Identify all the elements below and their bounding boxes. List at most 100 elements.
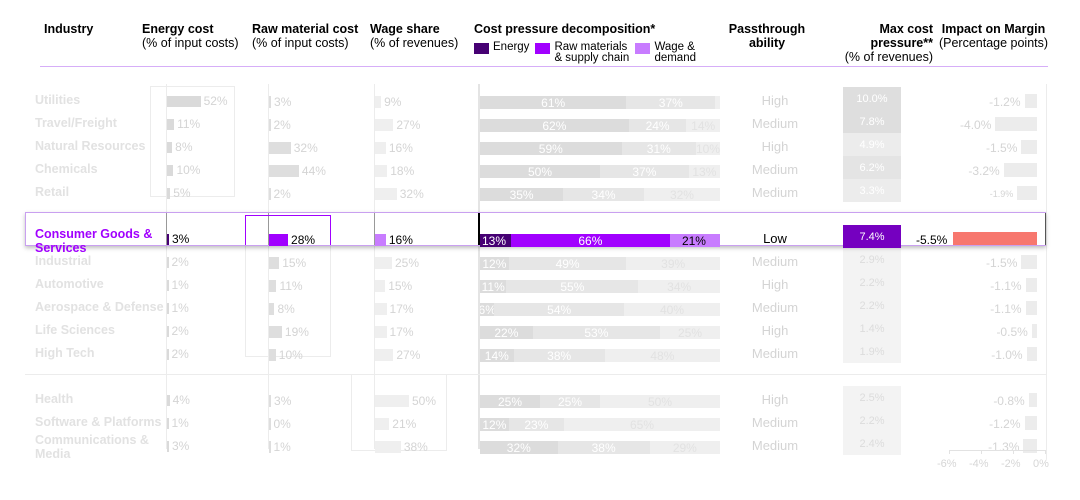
decomp-raw-segment: 34% — [563, 188, 644, 201]
industry-label: Communications & Media — [35, 433, 149, 461]
raw-material-bar — [269, 142, 291, 154]
decomposition-bar: 11% 55% 34% — [480, 280, 720, 293]
impact-value: -1.9% — [989, 189, 1014, 199]
passthrough-value: High — [761, 139, 789, 154]
decomp-wage-segment: 21% — [669, 234, 720, 247]
wage-share-bar — [375, 418, 390, 430]
raw-material-bar — [269, 349, 276, 361]
energy-value: 8% — [175, 140, 193, 154]
legend: Energy Raw materials & supply chain Wage… — [474, 41, 708, 64]
energy-value: 1% — [171, 301, 189, 315]
decomp-raw-segment: 66% — [511, 234, 670, 247]
wage-share-value: 50% — [412, 394, 437, 408]
industry-label: Life Sciences — [35, 323, 115, 337]
legend-item-energy: Energy — [474, 41, 529, 54]
impact-axis-tick — [1045, 450, 1046, 454]
decomp-energy-segment: 50% — [480, 165, 600, 178]
decomposition-bar: 14% 38% 48% — [480, 349, 720, 362]
energy-value: 11% — [177, 117, 201, 131]
passthrough-value: Medium — [751, 254, 799, 269]
max-cost-cell: 2.2% — [843, 294, 901, 317]
raw-material-value: 3% — [274, 95, 292, 109]
industry-label: Natural Resources — [35, 139, 146, 153]
wage-share-bar — [375, 165, 388, 177]
decomposition-bar: 35% 34% 32% — [480, 188, 720, 201]
wage-share-value: 17% — [389, 302, 414, 316]
raw-frame-highlight — [245, 215, 331, 245]
max-cost-cell: 2.9% — [843, 248, 901, 271]
energy-value: 10% — [176, 163, 201, 177]
raw-material-bar — [269, 303, 275, 315]
energy-bar — [167, 96, 201, 107]
energy-value: 2% — [171, 347, 189, 361]
passthrough-value: Medium — [751, 300, 799, 315]
decomp-wage-segment: 32% — [643, 188, 720, 201]
decomp-raw-segment: 37% — [600, 165, 689, 178]
decomp-energy-segment: 12% — [480, 418, 509, 431]
impact-value: -1.2% — [989, 95, 1021, 109]
decomp-energy-segment: 35% — [480, 188, 564, 201]
energy-bar — [167, 303, 169, 314]
decomposition-bar: 6%54%40% — [480, 303, 720, 316]
decomp-energy-segment: 22% — [480, 326, 533, 339]
decomp-wage-segment: 34% — [638, 280, 720, 293]
decomposition-bar: 22% 53% 25% — [480, 326, 720, 339]
passthrough-value: High — [761, 392, 789, 407]
decomp-energy-segment: 12% — [480, 257, 509, 270]
wage-share-bar — [375, 257, 392, 269]
decomposition-bar: 59% 31% 10% — [480, 142, 720, 155]
industry-label: Retail — [35, 185, 70, 199]
decomp-energy-segment: 6% — [480, 303, 495, 316]
decomp-energy-segment: 25% — [480, 395, 540, 408]
wage-share-bar — [375, 349, 394, 361]
wage-share-value: 17% — [389, 325, 414, 339]
header-energy-sub: (% of input costs) — [142, 36, 239, 50]
decomp-wage-segment: 14% — [686, 119, 720, 132]
wage-share-bar — [375, 280, 386, 292]
highlighted-row[interactable]: Consumer Goods & Services 3% 28% 16% 13% 66% 2… — [25, 212, 1046, 255]
raw-material-value: 2% — [273, 187, 291, 201]
legend-swatch-raw — [535, 43, 551, 54]
header-impact-sub: (Percentage points) — [938, 36, 1049, 50]
industry-label: Chemicals — [35, 162, 98, 176]
impact-bar — [1021, 140, 1037, 154]
decomp-raw-segment: 31% — [621, 142, 696, 155]
decomp-wage-segment: 65% — [564, 418, 720, 431]
header-energy: Energy cost (% of input costs) — [142, 22, 239, 50]
decomp-raw-segment: 53% — [532, 326, 660, 339]
impact-bar — [1024, 416, 1037, 430]
energy-value: 4% — [172, 393, 190, 407]
header-raw-title: Raw material cost — [252, 22, 359, 36]
industry-label: Automotive — [35, 277, 104, 291]
raw-material-value: 2% — [273, 118, 291, 132]
decomp-wage-segment: 48% — [604, 349, 720, 362]
legend-swatch-energy — [474, 43, 489, 54]
energy-bar — [167, 395, 170, 406]
legend-item-raw: Raw materials & supply chain — [535, 41, 630, 64]
impact-bar — [1025, 278, 1037, 292]
legend-label-raw: Raw materials & supply chain — [554, 41, 630, 64]
decomp-energy-segment: 13% — [480, 234, 512, 247]
decomposition-bar: 25% 25% 50% — [480, 395, 720, 408]
wage-share-value: 18% — [390, 164, 415, 178]
max-cost-cell: 10.0% — [843, 87, 901, 110]
energy-value: 52% — [203, 94, 228, 108]
impact-axis-tick — [1013, 450, 1014, 454]
raw-material-value: 10% — [278, 348, 303, 362]
decomp-raw-segment: 54% — [494, 303, 624, 316]
energy-bar — [167, 119, 175, 130]
wage-share-bar — [375, 303, 387, 315]
impact-axis-tick-label: -2% — [1001, 458, 1021, 470]
energy-value: 1% — [171, 416, 189, 430]
impact-bar — [953, 232, 1037, 245]
energy-bar — [167, 418, 169, 429]
decomp-wage-segment: 25% — [660, 326, 720, 339]
decomposition-bar: 32% 38% 29% — [480, 441, 720, 454]
header-decomp-title: Cost pressure decomposition* — [474, 22, 656, 36]
raw-material-bar — [269, 165, 299, 177]
impact-bar — [1028, 393, 1037, 407]
impact-value: -1.0% — [991, 348, 1023, 362]
header-wage-title: Wage share — [370, 22, 440, 36]
impact-value: -0.5% — [996, 325, 1028, 339]
max-cost-cell: 7.8% — [843, 110, 901, 133]
